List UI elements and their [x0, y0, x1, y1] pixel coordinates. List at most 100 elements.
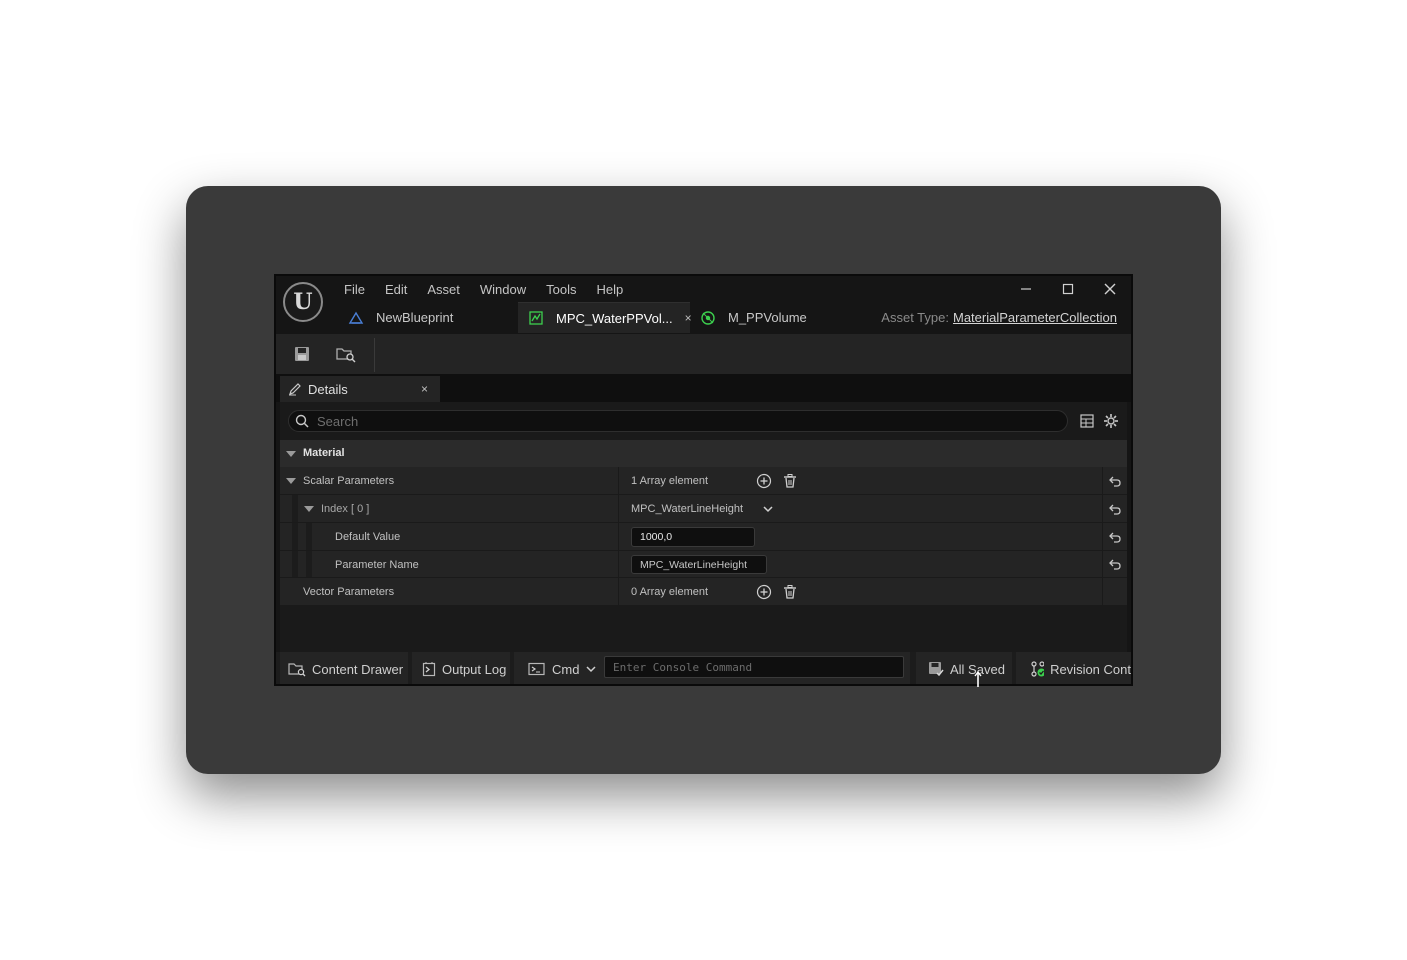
- all-saved-button[interactable]: All Saved: [916, 652, 1012, 684]
- minimize-icon[interactable]: [1005, 276, 1047, 302]
- tab-newblueprint[interactable]: NewBlueprint: [338, 302, 518, 333]
- asset-type-link[interactable]: MaterialParameterCollection: [953, 310, 1117, 325]
- tab-details[interactable]: Details ×: [280, 376, 440, 402]
- revision-control-button[interactable]: Revision Cont: [1016, 652, 1131, 684]
- asset-toolbar: [276, 334, 1131, 374]
- reset-to-default-icon[interactable]: [1103, 467, 1127, 494]
- category-material[interactable]: Material: [280, 440, 1127, 467]
- expand-arrow-icon[interactable]: [304, 506, 314, 512]
- output-log-icon: [422, 662, 436, 677]
- expand-arrow-icon[interactable]: [286, 478, 296, 484]
- delete-all-icon[interactable]: [781, 583, 799, 601]
- tab-label: M_PPVolume: [728, 310, 807, 325]
- details-tab-label: Details: [308, 381, 348, 397]
- tab-mpc-waterppvol[interactable]: MPC_WaterPPVol... ×: [518, 302, 692, 333]
- name-column: Default Value: [280, 523, 618, 550]
- indent-guide: [292, 523, 298, 550]
- delete-all-icon[interactable]: [781, 472, 799, 490]
- mouse-cursor-icon: [971, 670, 985, 690]
- property-row-index-0: Index [ 0 ] MPC_WaterLineHeight: [280, 495, 1127, 523]
- terminal-icon: [528, 662, 545, 676]
- close-details-icon[interactable]: ×: [421, 382, 428, 396]
- menu-tools[interactable]: Tools: [536, 281, 586, 299]
- add-element-icon[interactable]: [755, 583, 773, 601]
- settings-gear-icon[interactable]: [1099, 411, 1123, 431]
- name-column: Parameter Name: [280, 551, 618, 577]
- property-matrix-icon[interactable]: [1075, 411, 1099, 431]
- maximize-icon[interactable]: [1047, 276, 1089, 302]
- indent-guide: [306, 523, 312, 550]
- console-area: Cmd Enter Console Command: [514, 652, 910, 684]
- array-count: 1 Array element: [631, 475, 709, 487]
- unreal-logo-icon[interactable]: U: [283, 282, 323, 322]
- reset-to-default-icon[interactable]: [1103, 495, 1127, 522]
- indent-guide: [292, 495, 298, 522]
- value-column: 0 Array element: [619, 578, 1102, 605]
- menu-asset[interactable]: Asset: [417, 281, 470, 299]
- panel-tab-strip: Details ×: [276, 374, 1131, 402]
- indent-guide: [306, 551, 312, 577]
- reset-to-default-icon[interactable]: [1103, 551, 1127, 577]
- search-options: [1075, 411, 1123, 431]
- material-icon: [700, 310, 716, 326]
- cmd-dropdown[interactable]: Cmd: [552, 662, 579, 677]
- property-label: Index [ 0 ]: [321, 503, 370, 515]
- value-column: 1 Array element: [619, 467, 1102, 494]
- blueprint-icon: [348, 310, 364, 326]
- asset-type: Asset Type: MaterialParameterCollection: [881, 310, 1117, 325]
- expand-arrow-icon[interactable]: [286, 451, 296, 457]
- window-controls: [1005, 276, 1131, 302]
- material-parameter-collection-icon: [528, 310, 544, 326]
- console-command-input[interactable]: Enter Console Command: [604, 656, 904, 678]
- reset-to-default-icon[interactable]: [1103, 523, 1127, 550]
- browse-asset-icon[interactable]: [332, 342, 360, 366]
- menu-window[interactable]: Window: [470, 281, 536, 299]
- tab-label: NewBlueprint: [376, 310, 454, 325]
- index-value: MPC_WaterLineHeight: [631, 503, 744, 515]
- search-input[interactable]: Search: [288, 410, 1068, 432]
- property-row-default-value: Default Value 1000,0: [280, 523, 1127, 551]
- add-element-icon[interactable]: [755, 472, 773, 490]
- menu-bar: File Edit Asset Window Tools Help: [334, 281, 633, 299]
- content-drawer-icon: [288, 663, 306, 677]
- property-label: Vector Parameters: [303, 586, 395, 598]
- name-column: Scalar Parameters: [280, 467, 618, 494]
- output-log-label: Output Log: [442, 661, 507, 677]
- property-label: Scalar Parameters: [303, 475, 395, 487]
- tab-label: MPC_WaterPPVol...: [556, 310, 673, 326]
- menu-help[interactable]: Help: [586, 281, 633, 299]
- chevron-down-icon[interactable]: [585, 664, 603, 674]
- category-label: Material: [303, 447, 345, 459]
- reset-column: [1103, 578, 1127, 605]
- indent-guide: [292, 551, 298, 577]
- revision-control-icon: [1031, 661, 1045, 677]
- default-value-field[interactable]: 1000,0: [631, 527, 755, 547]
- menu-file[interactable]: File: [334, 281, 375, 299]
- property-row-vector-parameters: Vector Parameters 0 Array element: [280, 578, 1127, 606]
- value-column: MPC_WaterLineHeight: [619, 495, 1102, 522]
- content-drawer-label: Content Drawer: [312, 661, 404, 677]
- tab-m-ppvolume[interactable]: M_PPVolume: [690, 302, 850, 333]
- save-icon[interactable]: [288, 342, 316, 366]
- content-drawer-button[interactable]: Content Drawer: [280, 652, 408, 684]
- name-column: Index [ 0 ]: [280, 495, 618, 522]
- property-row-scalar-parameters: Scalar Parameters 1 Array element: [280, 467, 1127, 495]
- menu-edit[interactable]: Edit: [375, 281, 417, 299]
- document-tabs: NewBlueprint MPC_WaterPPVol... × M_PPVol…: [338, 302, 850, 333]
- search-placeholder: Search: [317, 413, 359, 429]
- close-window-icon[interactable]: [1089, 276, 1131, 302]
- property-row-parameter-name: Parameter Name MPC_WaterLineHeight: [280, 551, 1127, 578]
- title-bar: U File Edit Asset Window Tools Help NewB…: [276, 276, 1131, 334]
- array-count: 0 Array element: [631, 586, 709, 598]
- search-icon: [295, 414, 309, 428]
- toolbar-separator: [374, 338, 375, 372]
- parameter-name-field[interactable]: MPC_WaterLineHeight: [631, 555, 767, 574]
- chevron-down-icon[interactable]: [759, 500, 777, 518]
- property-label: Parameter Name: [335, 559, 419, 571]
- search-row: Search: [280, 402, 1127, 440]
- name-column: Vector Parameters: [280, 578, 618, 605]
- output-log-button[interactable]: Output Log: [412, 652, 510, 684]
- property-label: Default Value: [335, 531, 401, 543]
- details-pencil-icon: [288, 382, 302, 396]
- value-column: MPC_WaterLineHeight: [619, 551, 1102, 577]
